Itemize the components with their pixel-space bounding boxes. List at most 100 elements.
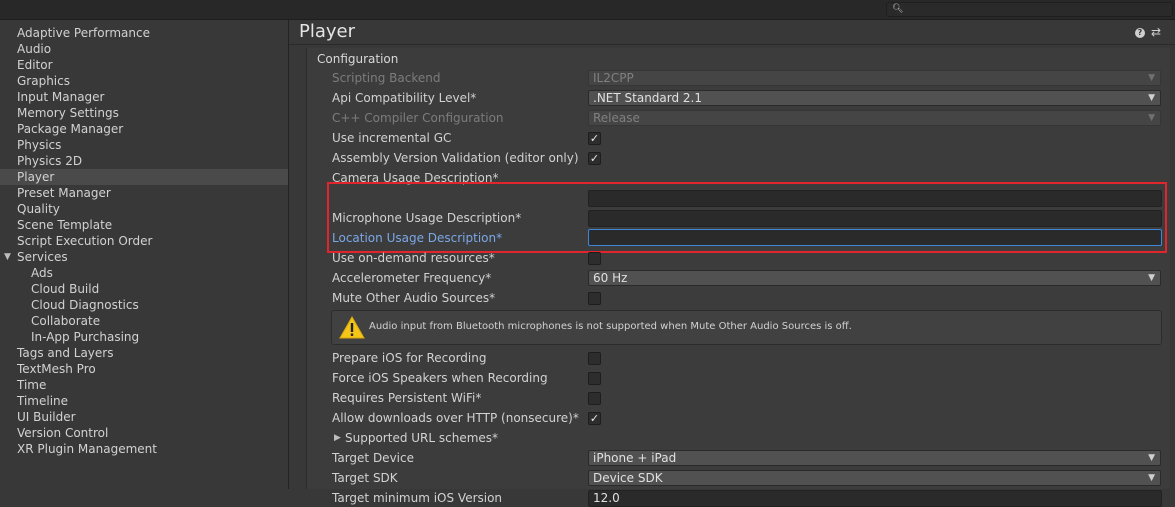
sidebar-item[interactable]: Package Manager — [0, 121, 288, 137]
cpp-compiler-label: C++ Compiler Configuration — [332, 111, 504, 125]
assembly-validation-label: Assembly Version Validation (editor only… — [332, 151, 579, 165]
expand-arrow-icon[interactable]: ▼ — [4, 249, 11, 265]
sidebar-item-label: Quality — [17, 202, 60, 216]
warning-icon — [339, 316, 365, 339]
chevron-down-icon: ▼ — [1148, 93, 1155, 103]
dropdown-value: .NET Standard 2.1 — [593, 91, 703, 105]
dropdown-value: IL2CPP — [593, 71, 634, 85]
sidebar-item[interactable]: Physics — [0, 137, 288, 153]
on-demand-resources-checkbox[interactable] — [588, 252, 601, 265]
sidebar-item-label: Services — [17, 250, 68, 264]
sidebar-item[interactable]: XR Plugin Management — [0, 441, 288, 457]
persistent-wifi-label: Requires Persistent WiFi* — [332, 391, 482, 405]
sidebar-item[interactable]: Player — [0, 169, 288, 185]
sidebar-item-label: Time — [17, 378, 47, 392]
sidebar-item[interactable]: Script Execution Order — [0, 233, 288, 249]
scripting-backend-label: Scripting Backend — [332, 71, 441, 85]
page-title: Player — [299, 21, 356, 42]
sidebar-item[interactable]: Tags and Layers — [0, 345, 288, 361]
configuration-panel: Configuration Scripting Backend IL2CPP ▼… — [306, 48, 1170, 507]
sidebar-item[interactable]: Time — [0, 377, 288, 393]
target-sdk-dropdown[interactable]: Device SDK ▼ — [588, 470, 1161, 486]
sidebar-item-label: Input Manager — [17, 90, 105, 104]
sidebar-item[interactable]: Cloud Build — [0, 281, 288, 297]
prepare-ios-checkbox[interactable] — [588, 352, 601, 365]
target-device-dropdown[interactable]: iPhone + iPad ▼ — [588, 450, 1161, 466]
settings-sidebar: Adaptive Performance Audio Editor Graphics I… — [0, 20, 289, 489]
sidebar-item-label: Physics 2D — [17, 154, 83, 168]
mute-audio-label: Mute Other Audio Sources* — [332, 291, 496, 305]
sidebar-item[interactable]: Version Control — [0, 425, 288, 441]
force-speakers-label: Force iOS Speakers when Recording — [332, 371, 548, 385]
mute-audio-checkbox[interactable] — [588, 292, 601, 305]
sidebar-item-label: Collaborate — [31, 314, 101, 328]
force-speakers-checkbox[interactable] — [588, 372, 601, 385]
sidebar-item-label: Editor — [17, 58, 53, 72]
sidebar-item[interactable]: Adaptive Performance — [0, 25, 288, 41]
url-schemes-foldout[interactable]: Supported URL schemes* — [345, 430, 498, 446]
sidebar-item[interactable]: Ads — [0, 265, 288, 281]
accelerometer-frequency-dropdown[interactable]: 60 Hz ▼ — [588, 270, 1161, 286]
sidebar-item-label: Adaptive Performance — [17, 26, 150, 40]
sidebar-item[interactable]: Scene Template — [0, 217, 288, 233]
sidebar-item[interactable]: UI Builder — [0, 409, 288, 425]
sidebar-item-label: UI Builder — [17, 410, 76, 424]
main-panel: Player ? ⇄ Configuration Scripting Backe… — [289, 20, 1175, 507]
dropdown-value: Device SDK — [593, 471, 663, 485]
allow-http-checkbox[interactable]: ✓ — [588, 412, 601, 425]
warning-helpbox: Audio input from Bluetooth microphones i… — [331, 310, 1162, 345]
incremental-gc-label: Use incremental GC — [332, 131, 452, 145]
help-icon[interactable]: ? — [1135, 28, 1145, 38]
sidebar-item[interactable]: Preset Manager — [0, 185, 288, 201]
api-compatibility-label: Api Compatibility Level* — [332, 91, 477, 105]
sidebar-item[interactable]: Memory Settings — [0, 105, 288, 121]
sidebar-item[interactable]: Graphics — [0, 73, 288, 89]
sidebar-item[interactable]: Editor — [0, 57, 288, 73]
chevron-down-icon: ▼ — [1148, 453, 1155, 463]
on-demand-resources-label: Use on-demand resources* — [332, 251, 495, 265]
highlight-annotation-box — [327, 182, 1167, 253]
dropdown-value: Release — [593, 111, 640, 125]
sidebar-item-label: Script Execution Order — [17, 234, 153, 248]
sidebar-item[interactable]: Physics 2D — [0, 153, 288, 169]
cpp-compiler-dropdown[interactable]: Release ▼ — [588, 110, 1161, 126]
persistent-wifi-checkbox[interactable] — [588, 392, 601, 405]
sidebar-item[interactable]: Audio — [0, 41, 288, 57]
min-ios-version-input[interactable]: 12.0 — [588, 490, 1162, 507]
top-toolbar: 🔍︎ — [0, 0, 1175, 20]
sidebar-item[interactable]: Cloud Diagnostics — [0, 297, 288, 313]
scripting-backend-dropdown[interactable]: IL2CPP ▼ — [588, 70, 1161, 86]
sidebar-item-label: Cloud Build — [31, 282, 100, 296]
preset-settings-icon[interactable]: ⇄ — [1151, 25, 1161, 39]
sidebar-item-label: Version Control — [17, 426, 109, 440]
sidebar-item-label: Cloud Diagnostics — [31, 298, 139, 312]
incremental-gc-checkbox[interactable]: ✓ — [588, 132, 601, 145]
sidebar-item-label: In-App Purchasing — [31, 330, 140, 344]
sidebar-item[interactable]: Input Manager — [0, 89, 288, 105]
chevron-down-icon: ▼ — [1148, 113, 1155, 123]
sidebar-item[interactable]: Collaborate — [0, 313, 288, 329]
chevron-down-icon: ▼ — [1148, 473, 1155, 483]
sidebar-item[interactable]: In-App Purchasing — [0, 329, 288, 345]
header-divider — [289, 44, 1175, 45]
warning-text: Audio input from Bluetooth microphones i… — [369, 321, 852, 332]
allow-http-label: Allow downloads over HTTP (nonsecure)* — [332, 411, 579, 425]
search-field[interactable]: 🔍︎ — [886, 2, 1173, 17]
sidebar-item-label: XR Plugin Management — [17, 442, 157, 456]
api-compatibility-dropdown[interactable]: .NET Standard 2.1 ▼ — [588, 90, 1161, 106]
assembly-validation-checkbox[interactable]: ✓ — [588, 152, 601, 165]
sidebar-item[interactable]: ▼ Services — [0, 249, 288, 265]
sidebar-item-label: Player — [17, 170, 55, 184]
section-title: Configuration — [317, 52, 399, 66]
sidebar-item[interactable]: Quality — [0, 201, 288, 217]
foldout-arrow-icon[interactable]: ▶ — [334, 430, 341, 446]
search-icon: 🔍︎ — [892, 4, 904, 14]
chevron-down-icon: ▼ — [1148, 273, 1155, 283]
sidebar-item[interactable]: Timeline — [0, 393, 288, 409]
sidebar-item-label: Preset Manager — [17, 186, 111, 200]
sidebar-item-label: Ads — [31, 266, 53, 280]
sidebar-item[interactable]: TextMesh Pro — [0, 361, 288, 377]
accelerometer-frequency-label: Accelerometer Frequency* — [332, 271, 492, 285]
sidebar-item-label: Timeline — [17, 394, 69, 408]
sidebar-item-label: TextMesh Pro — [17, 362, 96, 376]
